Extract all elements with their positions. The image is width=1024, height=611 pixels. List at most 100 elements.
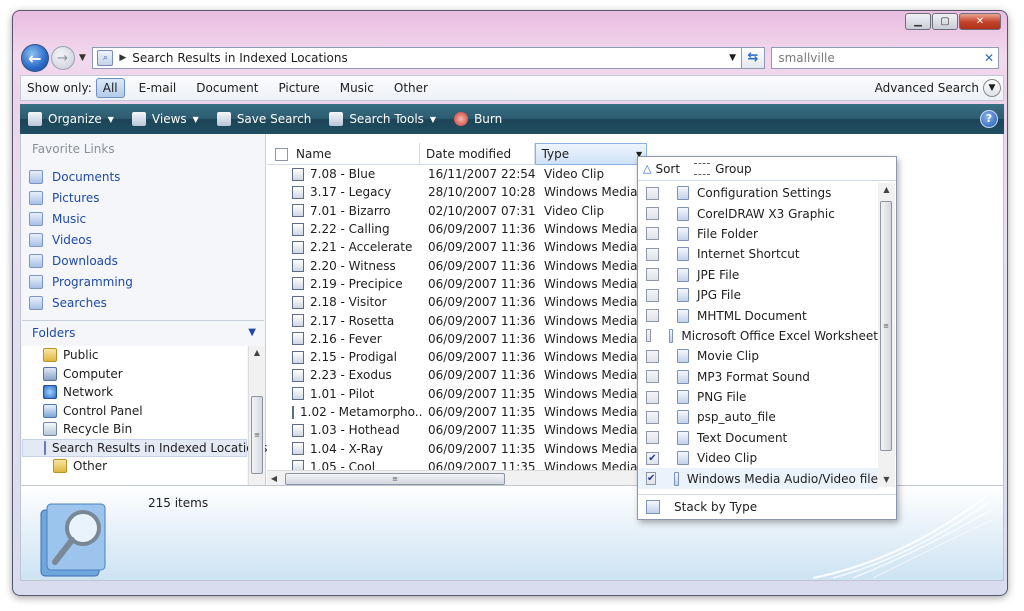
file-row[interactable]: 2.17 - Rosetta 06/09/2007 11:36 Windows Me… (267, 311, 652, 329)
dropdown-scrollbar[interactable]: ▲ ≡ ▼ (878, 183, 895, 487)
back-button[interactable]: ← (21, 44, 49, 72)
type-filter-item[interactable]: JPG File (638, 285, 878, 305)
scroll-down-icon[interactable]: ▼ (878, 473, 895, 487)
file-row[interactable]: 1.01 - Pilot 06/09/2007 11:35 Windows Medi… (267, 385, 652, 403)
search-input[interactable]: smallville (778, 51, 980, 65)
type-filter-item[interactable]: File Folder (638, 224, 878, 244)
filter-checkbox[interactable] (646, 431, 659, 445)
file-row[interactable]: 7.01 - Bizarro 02/10/2007 07:31 Video Clip (267, 202, 652, 220)
filter-checkbox[interactable] (646, 186, 659, 200)
file-row[interactable]: 3.17 - Legacy 28/10/2007 10:28 Windows Med… (267, 183, 652, 201)
scroll-up-icon[interactable]: ▲ (249, 346, 265, 360)
favorite-link-searches[interactable]: Searches (29, 292, 133, 313)
column-header-name[interactable]: Name (267, 143, 421, 165)
type-filter-item[interactable]: MHTML Document (638, 305, 878, 325)
forward-button[interactable]: → (50, 46, 75, 70)
type-filter-item[interactable]: Internet Shortcut (638, 244, 878, 264)
minimize-button[interactable]: ▁ (905, 13, 931, 30)
filter-checkbox[interactable] (646, 207, 659, 221)
group-option[interactable]: Group (715, 162, 752, 176)
scroll-thumb[interactable]: ≡ (880, 201, 892, 451)
file-row[interactable]: 7.08 - Blue 16/11/2007 22:54 Video Clip (267, 165, 652, 183)
tree-item-recycle-bin[interactable]: Recycle Bin (22, 420, 247, 439)
sort-option[interactable]: Sort (655, 162, 680, 176)
filter-email-button[interactable]: E-mail (133, 79, 183, 97)
filter-checkbox[interactable] (646, 370, 659, 384)
type-filter-item[interactable]: ✔ Video Clip (638, 448, 878, 468)
file-row[interactable]: 1.02 - Metamorpho... 06/09/2007 11:35 Wind… (267, 403, 652, 421)
maximize-button[interactable]: ▢ (932, 13, 958, 30)
type-filter-item[interactable]: Configuration Settings (638, 183, 878, 203)
scroll-thumb[interactable]: ≡ (251, 396, 263, 474)
filter-checkbox[interactable] (646, 309, 659, 323)
tree-item-public[interactable]: Public (22, 346, 247, 365)
clear-search-icon[interactable]: ✕ (980, 51, 998, 65)
filter-all-button[interactable]: All (95, 78, 125, 98)
favorite-link-pictures[interactable]: Pictures (29, 187, 133, 208)
file-row[interactable]: 2.19 - Precipice 06/09/2007 11:36 Windows … (267, 275, 652, 293)
refresh-button[interactable]: ⇆ (741, 47, 766, 69)
type-filter-item[interactable]: CorelDRAW X3 Graphic (638, 203, 878, 223)
advanced-search-button[interactable]: Advanced Search ▼ (875, 79, 1003, 97)
file-row[interactable]: 2.21 - Accelerate 06/09/2007 11:36 Windows… (267, 238, 652, 256)
breadcrumb-arrow-icon[interactable]: ▶ (119, 53, 126, 63)
favorite-link-downloads[interactable]: Downloads (29, 250, 133, 271)
type-filter-item[interactable]: psp_auto_file (638, 407, 878, 427)
tree-item-other[interactable]: Other (22, 457, 247, 476)
filter-checkbox[interactable] (646, 390, 659, 404)
filter-music-button[interactable]: Music (334, 79, 380, 97)
recent-pages-dropdown[interactable]: ▼ (77, 53, 89, 63)
stack-by-type-option[interactable]: Stack by Type (638, 494, 896, 518)
filter-checkbox[interactable] (646, 227, 659, 241)
filter-checkbox[interactable] (646, 288, 659, 302)
scroll-thumb[interactable]: ≡ (285, 473, 505, 485)
folders-header[interactable]: Folders ▼ (22, 320, 264, 344)
search-box[interactable]: smallville ✕ (771, 47, 999, 69)
filter-document-button[interactable]: Document (190, 79, 264, 97)
file-row[interactable]: 2.20 - Witness 06/09/2007 11:36 Windows Me… (267, 256, 652, 274)
address-bar[interactable]: ⌕ ▶ Search Results in Indexed Locations … (92, 47, 742, 69)
filter-picture-button[interactable]: Picture (272, 79, 325, 97)
tree-item-control-panel[interactable]: Control Panel (22, 402, 247, 421)
filter-checkbox[interactable] (646, 268, 659, 282)
organize-button[interactable]: Organize ▼ (28, 112, 114, 126)
address-dropdown-icon[interactable]: ▼ (725, 53, 741, 63)
burn-button[interactable]: Burn (454, 112, 502, 126)
filter-checkbox[interactable] (646, 349, 659, 363)
file-row[interactable]: 1.04 - X-Ray 06/09/2007 11:35 Windows Medi… (267, 439, 652, 457)
favorite-link-programming[interactable]: Programming (29, 271, 133, 292)
select-all-checkbox[interactable] (275, 147, 288, 161)
file-row[interactable]: 2.23 - Exodus 06/09/2007 11:36 Windows Med… (267, 366, 652, 384)
scroll-up-icon[interactable]: ▲ (878, 183, 895, 197)
column-header-date-modified[interactable]: Date modified (420, 143, 535, 165)
file-row[interactable]: 2.18 - Visitor 06/09/2007 11:36 Windows Me… (267, 293, 652, 311)
views-button[interactable]: Views ▼ (131, 112, 199, 126)
favorite-link-music[interactable]: Music (29, 208, 133, 229)
file-row[interactable]: 2.16 - Fever 06/09/2007 11:36 Windows Medi… (267, 330, 652, 348)
file-row[interactable]: 1.03 - Hothead 06/09/2007 11:35 Windows Me… (267, 421, 652, 439)
type-filter-item[interactable]: JPE File (638, 265, 878, 285)
folder-tree-scrollbar[interactable]: ▲ ≡ (248, 346, 265, 488)
help-icon[interactable]: ? (980, 110, 998, 128)
file-row[interactable]: 2.15 - Prodigal 06/09/2007 11:36 Windows M… (267, 348, 652, 366)
favorite-link-documents[interactable]: Documents (29, 166, 133, 187)
tree-item-search-results[interactable]: Search Results in Indexed Locations (22, 438, 267, 457)
file-row[interactable]: 2.22 - Calling 06/09/2007 11:36 Windows Me… (267, 220, 652, 238)
type-filter-item[interactable]: Microsoft Office Excel Worksheet (638, 326, 878, 346)
search-tools-button[interactable]: Search Tools ▼ (329, 112, 436, 126)
tree-item-network[interactable]: Network (22, 383, 247, 402)
filter-checkbox[interactable]: ✔ (646, 451, 659, 465)
type-filter-item[interactable]: Text Document (638, 428, 878, 448)
filter-checkbox[interactable] (646, 410, 659, 424)
save-search-button[interactable]: Save Search (216, 112, 311, 126)
address-path[interactable]: Search Results in Indexed Locations (132, 51, 724, 65)
type-filter-item[interactable]: MP3 Format Sound (638, 367, 878, 387)
type-filter-item[interactable]: ✔ Windows Media Audio/Video file (638, 468, 878, 489)
filter-checkbox[interactable] (646, 247, 659, 261)
filter-other-button[interactable]: Other (388, 79, 434, 97)
filter-checkbox[interactable] (646, 329, 651, 343)
type-filter-item[interactable]: Movie Clip (638, 346, 878, 366)
type-filter-item[interactable]: PNG File (638, 387, 878, 407)
close-button[interactable]: ✕ (959, 13, 1001, 30)
column-header-type[interactable]: Type ▼ (534, 143, 648, 165)
